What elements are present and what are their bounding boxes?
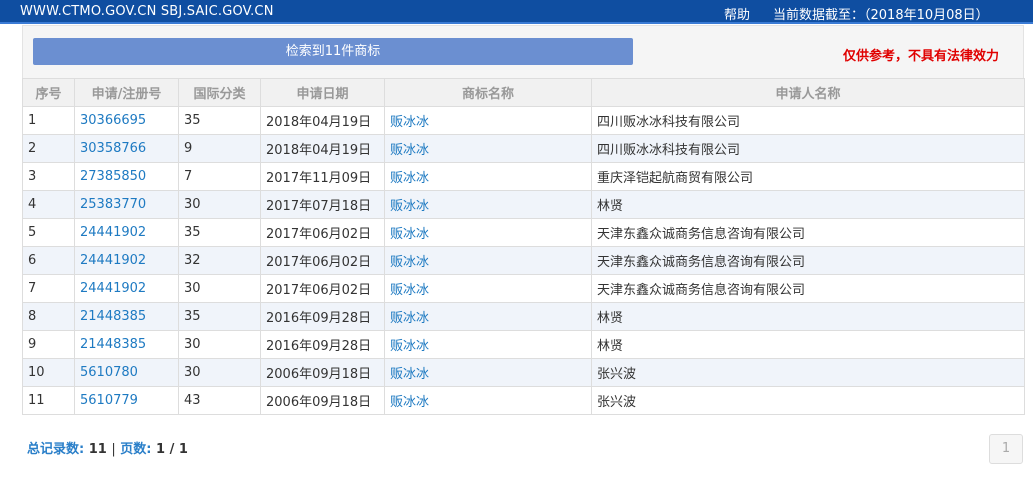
table-row: 6 24441902 32 2017年06月02日 贩冰冰 天津东鑫众诚商务信息咨询有限公…	[22, 246, 1025, 275]
cell-applicant: 重庆泽铠起航商贸有限公司	[591, 162, 1025, 191]
table-row: 1 30366695 35 2018年04月19日 贩冰冰 四川贩冰冰科技有限公司	[22, 106, 1025, 135]
cell-index: 11	[22, 386, 75, 415]
cell-mark-name[interactable]: 贩冰冰	[384, 358, 592, 387]
cell-date: 2018年04月19日	[260, 106, 385, 135]
cell-class: 7	[178, 162, 261, 191]
cell-index: 1	[22, 106, 75, 135]
cell-applicant: 林贤	[591, 190, 1025, 219]
cell-reg-no[interactable]: 30366695	[74, 106, 179, 135]
cell-date: 2006年09月18日	[260, 358, 385, 387]
cell-reg-no[interactable]: 21448385	[74, 302, 179, 331]
cell-applicant: 四川贩冰冰科技有限公司	[591, 134, 1025, 163]
cell-index: 8	[22, 302, 75, 331]
cell-class: 35	[178, 106, 261, 135]
cell-applicant: 天津东鑫众诚商务信息咨询有限公司	[591, 246, 1025, 275]
cell-date: 2016年09月28日	[260, 330, 385, 359]
cell-reg-no[interactable]: 27385850	[74, 162, 179, 191]
table-row: 2 30358766 9 2018年04月19日 贩冰冰 四川贩冰冰科技有限公司	[22, 134, 1025, 163]
pages-label: 页数:	[120, 442, 152, 457]
cell-index: 7	[22, 274, 75, 303]
disclaimer-text: 仅供参考，不具有法律效力	[843, 49, 1000, 64]
table-row: 11 5610779 43 2006年09月18日 贩冰冰 张兴波	[22, 386, 1025, 415]
table-row: 3 27385850 7 2017年11月09日 贩冰冰 重庆泽铠起航商贸有限公司	[22, 162, 1025, 191]
cell-date: 2006年09月18日	[260, 386, 385, 415]
cell-index: 5	[22, 218, 75, 247]
cell-date: 2016年09月28日	[260, 302, 385, 331]
cell-reg-no[interactable]: 21448385	[74, 330, 179, 359]
cell-date: 2017年06月02日	[260, 246, 385, 275]
cell-reg-no[interactable]: 24441902	[74, 218, 179, 247]
cell-class: 35	[178, 302, 261, 331]
cell-mark-name[interactable]: 贩冰冰	[384, 302, 592, 331]
cell-date: 2017年06月02日	[260, 274, 385, 303]
table-row: 9 21448385 30 2016年09月28日 贩冰冰 林贤	[22, 330, 1025, 359]
cell-mark-name[interactable]: 贩冰冰	[384, 106, 592, 135]
help-link[interactable]: 帮助	[724, 4, 750, 23]
cell-index: 4	[22, 190, 75, 219]
table-row: 5 24441902 35 2017年06月02日 贩冰冰 天津东鑫众诚商务信息咨询有限公…	[22, 218, 1025, 247]
footer-separator: |	[111, 442, 116, 457]
cell-index: 9	[22, 330, 75, 359]
cell-applicant: 天津东鑫众诚商务信息咨询有限公司	[591, 274, 1025, 303]
cell-applicant: 天津东鑫众诚商务信息咨询有限公司	[591, 218, 1025, 247]
cell-mark-name[interactable]: 贩冰冰	[384, 330, 592, 359]
cell-applicant: 张兴波	[591, 358, 1025, 387]
cell-index: 2	[22, 134, 75, 163]
pages-value: 1 / 1	[156, 442, 188, 457]
col-header-class: 国际分类	[178, 78, 261, 107]
cell-applicant: 张兴波	[591, 386, 1025, 415]
col-header-applicant: 申请人名称	[591, 78, 1025, 107]
cell-date: 2017年07月18日	[260, 190, 385, 219]
cell-index: 3	[22, 162, 75, 191]
table-row: 10 5610780 30 2006年09月18日 贩冰冰 张兴波	[22, 358, 1025, 387]
cell-class: 30	[178, 358, 261, 387]
table-row: 8 21448385 35 2016年09月28日 贩冰冰 林贤	[22, 302, 1025, 331]
cell-index: 6	[22, 246, 75, 275]
results-table: 序号 申请/注册号 国际分类 申请日期 商标名称 申请人名称 1 30366695…	[22, 78, 1025, 415]
col-header-mark-name: 商标名称	[384, 78, 592, 107]
cell-date: 2018年04月19日	[260, 134, 385, 163]
table-row: 4 25383770 30 2017年07月18日 贩冰冰 林贤	[22, 190, 1025, 219]
site-domains: WWW.CTMO.GOV.CN SBJ.SAIC.GOV.CN	[20, 4, 274, 19]
cell-date: 2017年11月09日	[260, 162, 385, 191]
table-header-row: 序号 申请/注册号 国际分类 申请日期 商标名称 申请人名称	[22, 78, 1025, 107]
cell-class: 32	[178, 246, 261, 275]
total-records-label: 总记录数:	[27, 442, 85, 457]
cell-class: 30	[178, 274, 261, 303]
cell-class: 9	[178, 134, 261, 163]
cell-applicant: 林贤	[591, 302, 1025, 331]
col-header-index: 序号	[22, 78, 75, 107]
cell-reg-no[interactable]: 25383770	[74, 190, 179, 219]
page-button-1[interactable]: 1	[989, 434, 1023, 464]
cell-class: 30	[178, 330, 261, 359]
cell-mark-name[interactable]: 贩冰冰	[384, 190, 592, 219]
cell-reg-no[interactable]: 5610780	[74, 358, 179, 387]
cell-mark-name[interactable]: 贩冰冰	[384, 162, 592, 191]
cell-mark-name[interactable]: 贩冰冰	[384, 274, 592, 303]
data-date: 当前数据截至：（2018年10月08日）	[773, 8, 989, 23]
cell-applicant: 林贤	[591, 330, 1025, 359]
cell-reg-no[interactable]: 24441902	[74, 274, 179, 303]
cell-mark-name[interactable]: 贩冰冰	[384, 218, 592, 247]
pagination-summary: 总记录数: 11 | 页数: 1 / 1	[27, 438, 188, 457]
cell-mark-name[interactable]: 贩冰冰	[384, 386, 592, 415]
top-bar: WWW.CTMO.GOV.CN SBJ.SAIC.GOV.CN 帮助 当前数据截…	[0, 0, 1033, 24]
cell-class: 30	[178, 190, 261, 219]
cell-index: 10	[22, 358, 75, 387]
cell-reg-no[interactable]: 5610779	[74, 386, 179, 415]
cell-applicant: 四川贩冰冰科技有限公司	[591, 106, 1025, 135]
cell-mark-name[interactable]: 贩冰冰	[384, 246, 592, 275]
table-row: 7 24441902 30 2017年06月02日 贩冰冰 天津东鑫众诚商务信息咨询有限公…	[22, 274, 1025, 303]
col-header-reg-no: 申请/注册号	[74, 78, 179, 107]
col-header-date: 申请日期	[260, 78, 385, 107]
cell-class: 35	[178, 218, 261, 247]
cell-reg-no[interactable]: 30358766	[74, 134, 179, 163]
cell-class: 43	[178, 386, 261, 415]
total-records-value: 11	[88, 442, 107, 457]
result-count-bar: 检索到11件商标	[33, 38, 633, 65]
cell-mark-name[interactable]: 贩冰冰	[384, 134, 592, 163]
cell-date: 2017年06月02日	[260, 218, 385, 247]
cell-reg-no[interactable]: 24441902	[74, 246, 179, 275]
